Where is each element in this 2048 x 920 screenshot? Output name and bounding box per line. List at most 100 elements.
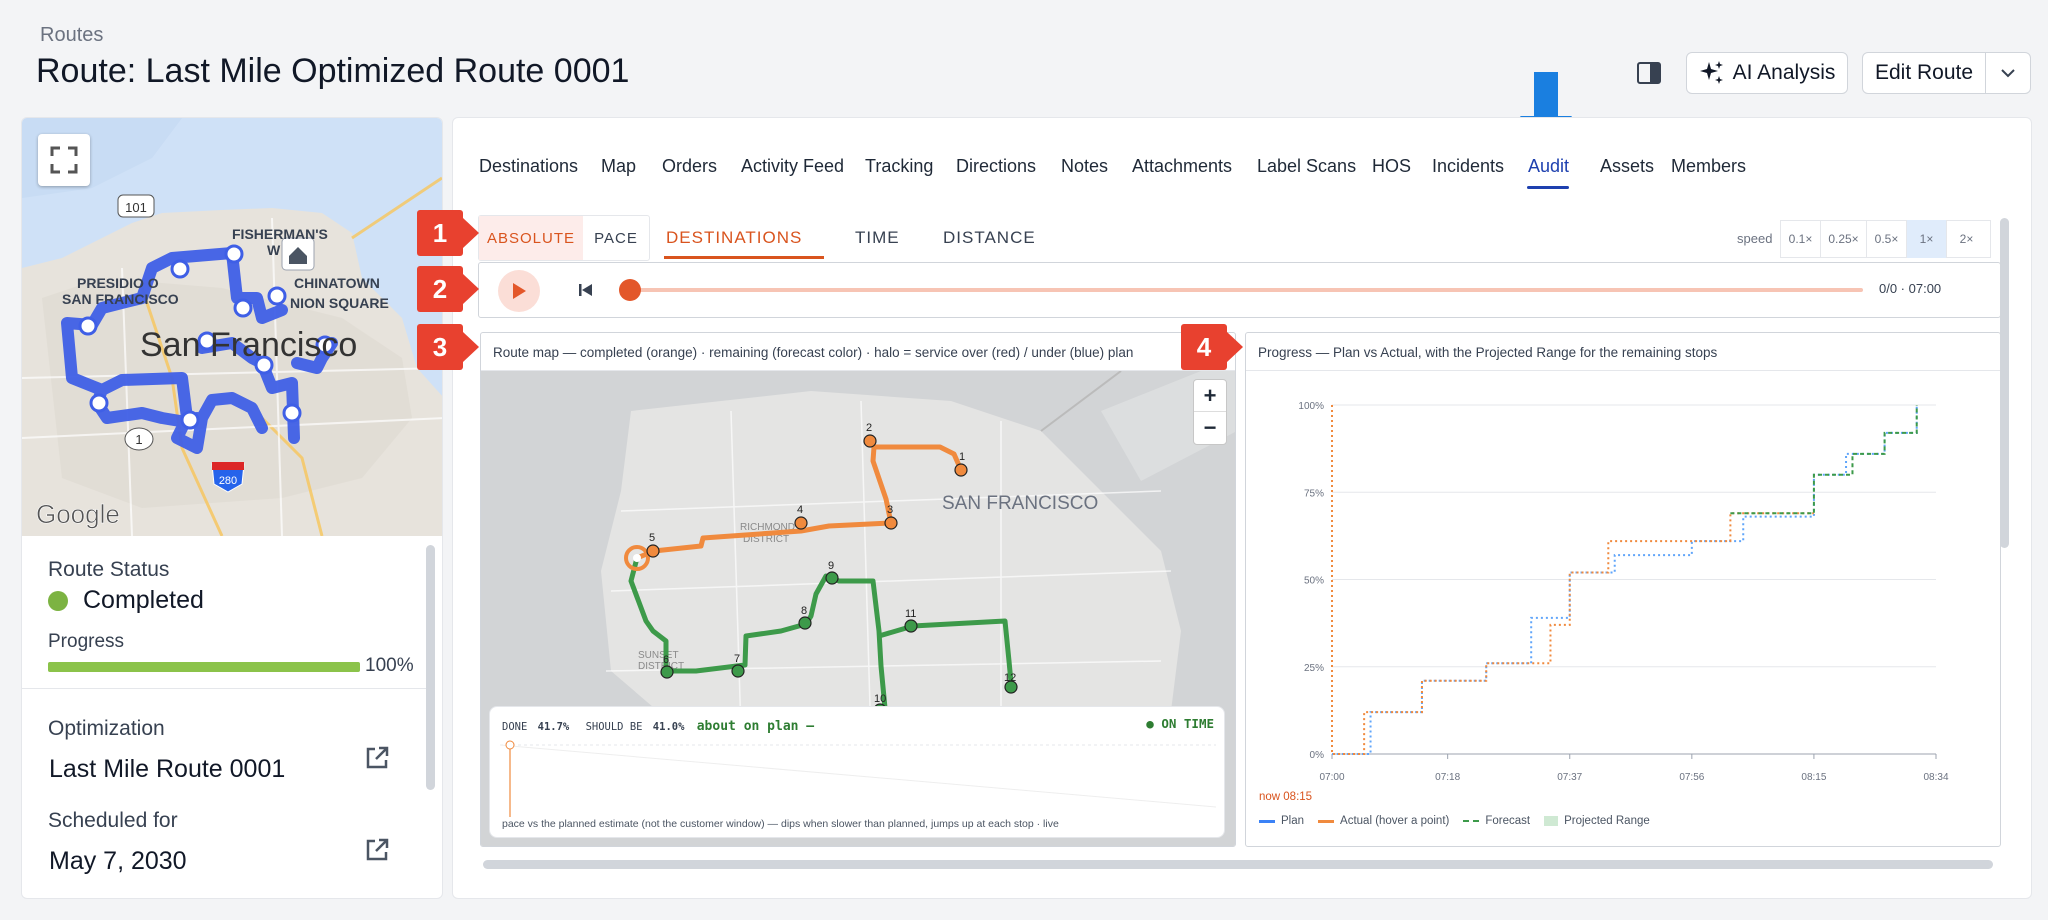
tab-activity-feed[interactable]: Activity Feed [741,156,844,177]
audit-panel: Destinations Map Orders Activity Feed Tr… [452,117,2032,899]
route-status-value: Completed [83,586,204,614]
legend-plan[interactable]: Plan [1281,815,1304,827]
on-time-badge: ● ON TIME [1146,716,1214,731]
done-label: DONE [502,721,528,733]
speed-option[interactable]: 0.1× [1780,220,1820,258]
stop-label: 3 [887,504,893,516]
fullscreen-button[interactable] [38,134,90,186]
callout-badge-4: 4 [1181,324,1243,370]
fullscreen-icon [50,146,78,174]
tab-audit[interactable]: Audit [1528,156,1569,177]
stop-label: 8 [801,605,807,617]
map-label: SAN FRANCISCO [942,493,1098,514]
progress-bar-fill [48,662,360,672]
edit-route-label: Edit Route [1874,61,1974,84]
legend-swatch [1318,819,1335,823]
chart-legend: Plan Actual (hover a point) Forecast Pro… [1259,815,1650,827]
stop-marker[interactable] [863,434,877,448]
callout-badge-2: 2 [417,266,479,312]
stop-marker[interactable] [954,463,968,477]
skip-back-icon[interactable] [578,281,594,299]
stop-marker[interactable] [904,619,918,633]
panel-scrollbar[interactable] [426,545,435,790]
speed-option[interactable]: 0.25× [1820,220,1866,258]
progress-chart[interactable]: 0% 25% 50% 75% 100% 07:00 07:18 07:37 07:56 08:15… [1246,371,2001,791]
horizontal-scrollbar[interactable] [483,860,1993,869]
route-status-label: Route Status [48,558,170,581]
zoom-out-button[interactable]: − [1194,412,1226,444]
speed-label: speed [1737,231,1773,246]
pace-footnote: pace vs the planned estimate (not the cu… [502,818,1059,830]
plan-status: about on plan — [696,719,815,734]
forecast-series-line[interactable] [1730,405,1918,515]
pace-sparkline [500,740,1216,817]
sparkle-icon [1699,61,1723,84]
callout-badge-1: 1 [417,210,479,256]
x-tick-label: 07:00 [1319,772,1344,783]
view-distance-tab[interactable]: DISTANCE [943,228,1036,248]
progress-label: Progress [48,631,125,652]
edit-route-button[interactable]: Edit Route [1862,52,1986,94]
stop-label: 12 [1004,672,1016,684]
stop-label: 9 [828,560,834,572]
tab-map[interactable]: Map [601,156,636,177]
sidebar-toggle-icon[interactable] [1637,62,1661,84]
speed-option-selected[interactable]: 1× [1906,220,1946,258]
view-time-tab[interactable]: TIME [855,228,900,248]
external-link-icon[interactable] [364,745,390,771]
map-label: NION SQUARE [290,295,389,311]
stop-label: 10 [874,693,886,705]
speed-option[interactable]: 0.5× [1866,220,1906,258]
progress-chart-panel: Progress — Plan vs Actual, with the Proj… [1245,332,2001,847]
tab-incidents[interactable]: Incidents [1432,156,1504,177]
highway-101-icon: 101 [117,194,155,218]
stop-marker[interactable] [825,571,839,585]
stop-marker[interactable] [884,516,898,530]
tab-directions[interactable]: Directions [956,156,1036,177]
stop-label: 5 [649,532,655,544]
playback-counter: 0/0 · 07:00 [1879,281,1942,296]
tab-tracking[interactable]: Tracking [865,156,933,177]
speed-option[interactable]: 2× [1946,220,1986,258]
timeline-track[interactable] [631,288,1863,292]
stop-label: 6 [663,654,669,666]
stop-marker[interactable] [798,616,812,630]
stop-label: 1 [959,451,965,463]
stop-marker[interactable] [731,664,745,678]
edit-route-dropdown[interactable] [1985,52,2031,94]
svg-text:101: 101 [125,200,147,215]
x-tick-label: 07:18 [1435,772,1460,783]
tab-hos[interactable]: HOS [1372,156,1411,177]
tab-destinations[interactable]: Destinations [479,156,578,177]
map-label: W [267,242,281,258]
optimization-value: Last Mile Route 0001 [49,755,286,783]
map-label: SAN FRANCISCO [62,291,179,307]
tab-assets[interactable]: Assets [1600,156,1654,177]
breadcrumb[interactable]: Routes [40,24,103,47]
timeline-thumb[interactable] [619,279,641,301]
legend-actual[interactable]: Actual (hover a point) [1340,815,1449,827]
legend-swatch [1544,816,1559,826]
tab-label-scans[interactable]: Label Scans [1257,156,1356,177]
zoom-in-button[interactable]: + [1194,380,1226,412]
absolute-mode-button[interactable]: ABSOLUTE [479,216,583,260]
view-destinations-tab[interactable]: DESTINATIONS [666,228,802,248]
tab-attachments[interactable]: Attachments [1132,156,1232,177]
legend-swatch [1463,820,1480,822]
tab-orders[interactable]: Orders [662,156,717,177]
legend-forecast[interactable]: Forecast [1485,815,1530,827]
route-summary-panel: FISHERMAN'S W PRESIDIO O SAN FRANCISCO C… [21,117,443,899]
pace-mode-button[interactable]: PACE [583,216,649,260]
external-link-icon[interactable] [364,837,390,863]
tab-notes[interactable]: Notes [1061,156,1108,177]
tab-members[interactable]: Members [1671,156,1746,177]
stop-marker[interactable] [660,665,674,679]
panel-scrollbar[interactable] [2000,218,2009,548]
legend-projected-range[interactable]: Projected Range [1564,815,1650,827]
svg-text:1: 1 [135,432,142,447]
stop-marker[interactable] [646,544,660,558]
play-button[interactable] [498,270,540,312]
stop-marker[interactable] [794,516,808,530]
ai-analysis-button[interactable]: AI Analysis [1686,52,1848,94]
stop-label: 4 [797,504,803,516]
